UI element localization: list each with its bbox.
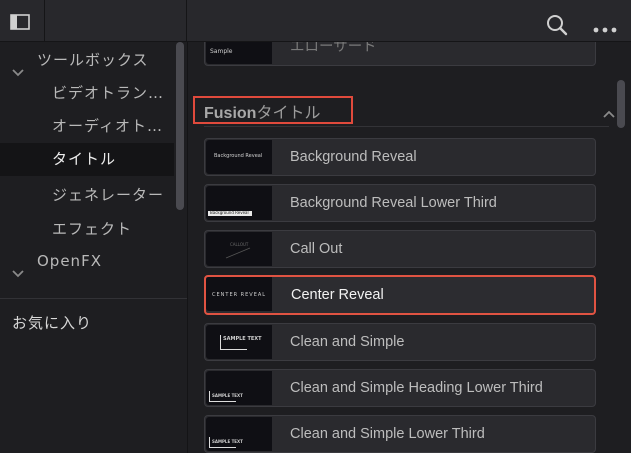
title-item-center-reveal[interactable]: CENTER REVEAL Center Reveal <box>204 275 596 315</box>
title-thumbnail: CALLOUT <box>206 232 272 266</box>
title-item-label: Clean and Simple Lower Third <box>290 426 485 442</box>
title-item-background-reveal[interactable]: Background Reveal Background Reveal <box>204 138 596 176</box>
tree-item-label: オーディオト… <box>52 117 163 135</box>
tree-item-label: ジェネレーター <box>52 186 165 204</box>
tree-item-effects[interactable]: エフェクト <box>0 213 174 246</box>
chevron-down-icon[interactable] <box>12 257 24 278</box>
title-item-label: Clean and Simple Heading Lower Third <box>290 380 543 396</box>
toolbar-divider <box>186 0 187 41</box>
section-title: Fusionタイトル <box>204 99 320 123</box>
title-item-label: Call Out <box>290 241 343 257</box>
tree-item-openfx[interactable]: OpenFX <box>0 245 174 278</box>
title-thumbnail: Sample <box>206 42 272 64</box>
thumbnail-text: SAMPLE TEXT <box>223 336 262 342</box>
title-item-label: エローサード <box>290 42 377 55</box>
tree-item-label: ツールボックス <box>37 51 149 69</box>
tree-item-audio-transitions[interactable]: オーディオト… <box>0 110 174 143</box>
category-tree: ツールボックス ビデオトラン… オーディオト… タイトル ジェネレーター エフェ… <box>0 42 174 284</box>
favorites-header[interactable]: お気に入り <box>12 312 92 333</box>
title-item-label: Background Reveal Lower Third <box>290 195 497 211</box>
section-divider <box>204 126 609 127</box>
search-icon[interactable] <box>546 14 568 36</box>
title-item-clean-and-simple-heading-lower-third[interactable]: SAMPLE TEXT Clean and Simple Heading Low… <box>204 369 596 407</box>
thumbnail-text: CENTER REVEAL <box>212 292 267 298</box>
title-thumbnail: Background Reveal <box>206 140 272 174</box>
toolbar-divider <box>44 0 45 41</box>
titles-list-panel: Sample エローサード Fusionタイトル Background Reve… <box>188 42 631 453</box>
tree-item-titles[interactable]: タイトル <box>0 143 174 176</box>
title-item-clean-and-simple[interactable]: SAMPLE TEXT Clean and Simple <box>204 323 596 361</box>
content-scrollbar[interactable] <box>617 80 625 128</box>
panel-toggle-icon[interactable] <box>10 14 30 30</box>
sidebar-divider <box>0 298 187 299</box>
title-thumbnail: CENTER REVEAL <box>206 277 272 311</box>
tree-item-label: OpenFX <box>37 252 102 270</box>
sidebar-scrollbar[interactable] <box>176 42 184 210</box>
chevron-up-icon[interactable] <box>603 103 615 118</box>
tree-item-video-transitions[interactable]: ビデオトラン… <box>0 77 174 110</box>
tree-item-label: タイトル <box>52 150 117 168</box>
title-item-call-out[interactable]: CALLOUT Call Out <box>204 230 596 268</box>
thumbnail-text: Sample <box>210 48 233 55</box>
title-thumbnail: SAMPLE TEXT <box>206 417 272 451</box>
thumbnail-text: Background Reveal <box>214 153 263 159</box>
chevron-down-icon[interactable] <box>12 56 24 77</box>
title-item-background-reveal-lower-third[interactable]: Background Reveal Background Reveal Lowe… <box>204 184 596 222</box>
tree-item-generators[interactable]: ジェネレーター <box>0 179 174 212</box>
section-title-jp: タイトル <box>256 105 321 122</box>
thumbnail-line <box>225 247 251 259</box>
thumbnail-text: SAMPLE TEXT <box>212 439 243 444</box>
tree-item-label: ビデオトラン… <box>52 84 165 102</box>
more-options-icon[interactable] <box>592 19 618 33</box>
tree-item-label: エフェクト <box>52 220 133 238</box>
title-item-clean-and-simple-lower-third[interactable]: SAMPLE TEXT Clean and Simple Lower Third <box>204 415 596 453</box>
top-toolbar <box>0 0 631 42</box>
title-item-label: Background Reveal <box>290 149 417 165</box>
thumbnail-text: SAMPLE TEXT <box>212 393 243 398</box>
effects-sidebar: ツールボックス ビデオトラン… オーディオト… タイトル ジェネレーター エフェ… <box>0 42 188 453</box>
title-item-partial[interactable]: Sample エローサード <box>204 42 596 66</box>
title-thumbnail: SAMPLE TEXT <box>206 325 272 359</box>
section-title-fusion: Fusion <box>204 105 257 122</box>
title-item-label: Center Reveal <box>291 287 384 303</box>
thumbnail-text: Background Reveal <box>210 210 249 215</box>
title-item-label: Clean and Simple <box>290 334 405 350</box>
title-thumbnail: Background Reveal <box>206 186 272 220</box>
fusion-titles-section[interactable]: Fusionタイトル <box>193 96 615 127</box>
title-thumbnail: SAMPLE TEXT <box>206 371 272 405</box>
